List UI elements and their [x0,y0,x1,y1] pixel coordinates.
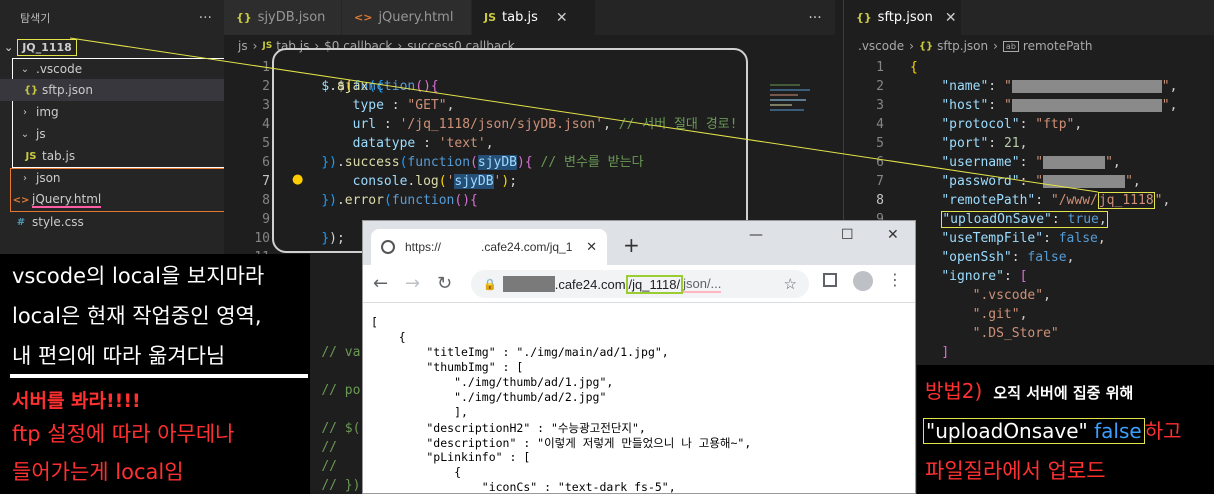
globe-icon [381,240,395,254]
back-arrow-icon[interactable]: ← [373,273,388,294]
browser-tab-title-prefix: https:// [405,240,442,254]
forward-arrow-icon[interactable]: → [405,273,420,294]
annotation-text: 들어가는게 local임 [12,460,184,484]
annotation-heading: 방법2) 오직 서버에 집중 위해 [925,379,1134,403]
json-line: "pLinkinfo" : [ [371,450,531,464]
new-tab-button[interactable]: + [623,233,640,257]
json-line: [ [371,315,378,329]
json-line: { [371,465,462,479]
url-domain: .cafe24.com [554,276,626,292]
json-line: "iconCs" : "text-dark fs-5", [371,480,676,493]
json-line: "descriptionH2" : "수능광고전단지", [371,421,646,435]
browser-window: https:// .cafe24.com/jq_1 ✕ + — ☐ ✕ ← → … [362,220,916,494]
json-line: { [371,330,406,344]
json-line: "./img/thumb/ad/2.jpg" [371,390,607,404]
reload-icon[interactable]: ↻ [437,273,452,294]
annotation-text: local은 현재 작업중인 영역, [12,304,262,328]
json-line: "titleImg" : "./img/main/ad/1.jpg", [371,345,669,359]
browser-tab[interactable]: https:// .cafe24.com/jq_1 ✕ [371,229,607,265]
address-bar[interactable]: 🔒 .cafe24.com /jq_1118/ json/... ☆ [471,270,809,298]
annotation-code: "uploadOnsave" false 하고 [923,415,1182,444]
sidepanel-icon[interactable] [823,273,837,287]
json-line: "description" : "이렇게 저렇게 만들었으니 나 고용해~", [371,436,752,450]
annotation-text: vscode의 local을 보지마라 [12,264,265,288]
annotation-left: vscode의 local을 보지마라 local은 현재 작업중인 영역, 내… [0,254,310,494]
divider [10,374,308,378]
json-line: ], [371,405,468,419]
window-close-button[interactable]: ✕ [887,227,899,243]
kebab-menu-icon[interactable]: ⋮ [887,270,903,289]
lock-icon: 🔒 [483,278,497,291]
json-line: "thumbImg" : [ [371,360,524,374]
browser-toolbar: ← → ↻ 🔒 .cafe24.com /jq_1118/ json/... ☆… [363,265,915,303]
close-icon[interactable]: ✕ [586,239,597,255]
annotation-right: 방법2) 오직 서버에 집중 위해 "uploadOnsave" false 하고… [917,365,1214,494]
annotation-text: ftp 설정에 따라 아무데나 [12,422,235,446]
annotation-text: 파일질라에서 업로드 [925,459,1106,483]
annotation-text: 내 편의에 따라 옮겨다님 [12,344,226,368]
url-path-rest: json/... [683,275,722,293]
annotation-text: 서버를 봐라!!!! [12,390,141,412]
minimize-button[interactable]: — [749,227,763,243]
url-path-highlight: /jq_1118/ [625,274,684,294]
browser-content[interactable]: [ { "titleImg" : "./img/main/ad/1.jpg", … [363,303,915,493]
browser-tab-title-suffix: .cafe24.com/jq_1 [481,240,573,254]
browser-tabstrip: https:// .cafe24.com/jq_1 ✕ + — ☐ ✕ [363,221,915,265]
redacted-subdomain [502,276,555,292]
maximize-button[interactable]: ☐ [841,227,854,243]
profile-avatar[interactable] [853,271,873,291]
star-icon[interactable]: ☆ [784,275,797,293]
json-line: "./img/thumb/ad/1.jpg", [371,375,614,389]
